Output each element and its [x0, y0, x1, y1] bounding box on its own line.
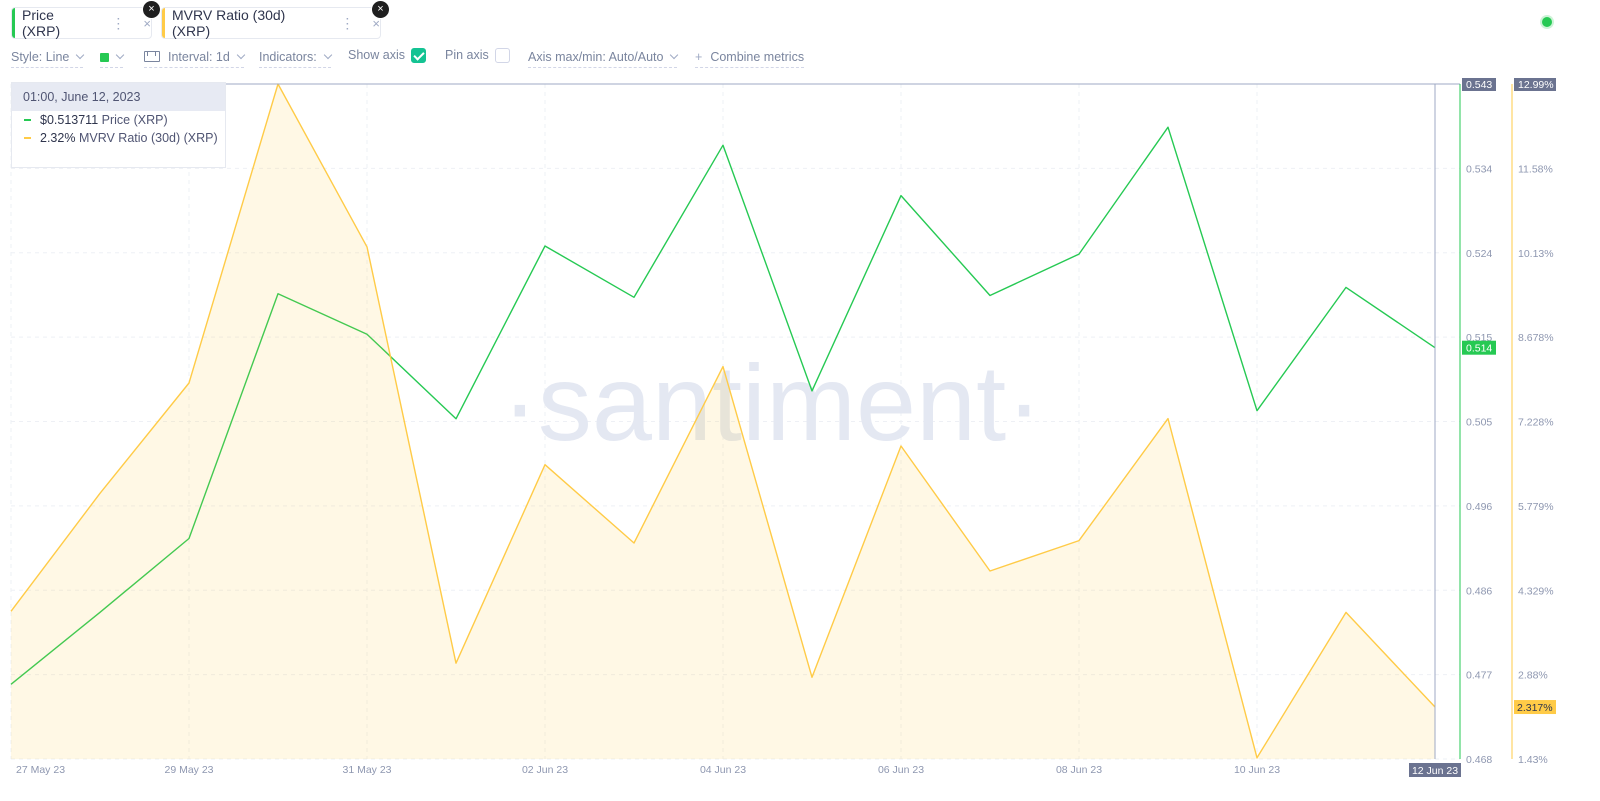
data-point [810, 676, 813, 679]
data-point [1166, 417, 1169, 420]
tooltip-value: $0.513711 [40, 113, 99, 127]
y-axis-right-tick: 7.228% [1518, 417, 1554, 429]
data-point [899, 194, 902, 197]
tooltip-series-marker [24, 137, 31, 139]
data-point [899, 444, 902, 447]
tooltip-row-price: $0.513711 Price (XRP) [24, 111, 225, 129]
x-axis-tick: 10 Jun 23 [1234, 764, 1280, 776]
y-axis-left-tick: 0.524 [1466, 248, 1492, 260]
data-point [810, 389, 813, 392]
x-axis-tick: 27 May 23 [16, 764, 65, 776]
tooltip-value: 2.32% [40, 131, 76, 145]
x-axis-tick: 31 May 23 [342, 764, 391, 776]
chart-canvas[interactable]: ·santiment· 0.468 0.477 0.486 0.496 0.505 0.5… [0, 0, 1600, 801]
data-point [454, 662, 457, 665]
crosshair-date-label: 12 Jun 23 [1412, 765, 1458, 777]
y-axis-right-tick: 4.329% [1518, 585, 1554, 597]
tooltip-date: 01:00, June 12, 2023 [12, 83, 225, 111]
y-axis-left-tick: 0.496 [1466, 501, 1492, 513]
data-point [187, 381, 190, 384]
y-axis-right-tick: 10.13% [1518, 248, 1554, 260]
data-point [1255, 409, 1258, 412]
y-axis-right-tick: 1.43% [1518, 754, 1548, 766]
y-axis-right-max-label: 12.99% [1518, 79, 1554, 91]
data-point [1344, 611, 1347, 614]
y-axis-right-tick: 2.88% [1518, 670, 1548, 682]
x-axis-tick: 08 Jun 23 [1056, 764, 1102, 776]
current-mvrv-label: 2.317% [1517, 702, 1553, 714]
tooltip-series-label: Price (XRP) [101, 113, 168, 127]
data-point [1344, 286, 1347, 289]
y-axis-left-max-label: 0.543 [1466, 79, 1492, 91]
y-axis-right-tick: 8.678% [1518, 332, 1554, 344]
x-axis-tick: 04 Jun 23 [700, 764, 746, 776]
data-point [721, 365, 724, 368]
data-point [1255, 756, 1258, 759]
tooltip-series-label: MVRV Ratio (30d) (XRP) [78, 131, 218, 145]
data-point [632, 541, 635, 544]
y-axis-left-tick: 0.486 [1466, 585, 1492, 597]
data-point [1077, 253, 1080, 256]
current-price-label: 0.514 [1466, 343, 1492, 355]
data-point [632, 296, 635, 299]
data-point [543, 244, 546, 247]
watermark: ·santiment· [502, 342, 1042, 463]
tooltip-row-mvrv: 2.32% MVRV Ratio (30d) (XRP) [24, 129, 225, 147]
data-point [988, 569, 991, 572]
x-axis-tick: 02 Jun 23 [522, 764, 568, 776]
y-axis-left-tick: 0.468 [1466, 754, 1492, 766]
data-point [988, 294, 991, 297]
data-point [543, 463, 546, 466]
data-point [721, 144, 724, 147]
data-point [9, 610, 12, 613]
data-point [98, 492, 101, 495]
y-axis-right-tick: 11.58% [1518, 163, 1553, 175]
x-axis-tick: 06 Jun 23 [878, 764, 924, 776]
data-point [1077, 539, 1080, 542]
data-point [454, 417, 457, 420]
tooltip-series-marker [24, 119, 31, 121]
data-point [365, 245, 368, 248]
chart-tooltip: 01:00, June 12, 2023 $0.513711 Price (XR… [11, 82, 226, 168]
y-axis-left-tick: 0.534 [1466, 163, 1492, 175]
x-axis-tick: 29 May 23 [164, 764, 213, 776]
y-axis-left-tick: 0.477 [1466, 670, 1492, 682]
y-axis-right-tick: 5.779% [1518, 501, 1554, 513]
y-axis-left-tick: 0.505 [1466, 417, 1492, 429]
data-point [1166, 126, 1169, 129]
